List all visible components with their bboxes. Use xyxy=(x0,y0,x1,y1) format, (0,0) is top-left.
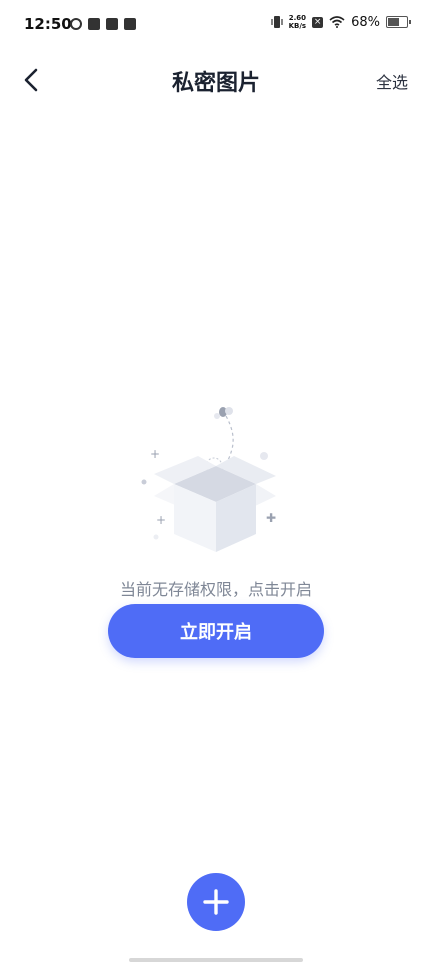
network-speed-value: 2.60 xyxy=(288,14,306,22)
wifi-icon xyxy=(329,16,345,28)
network-speed: 2.60 KB/s xyxy=(289,14,306,30)
add-button[interactable] xyxy=(187,873,245,931)
top-bar: 私密图片 全选 xyxy=(0,52,432,108)
plus-icon xyxy=(203,889,229,915)
svg-text:✚: ✚ xyxy=(266,511,276,525)
svg-text:+: + xyxy=(156,513,166,527)
battery-icon xyxy=(386,16,411,28)
battery-percent: 68% xyxy=(351,14,380,30)
select-all-button[interactable]: 全选 xyxy=(376,69,408,93)
vibrate-icon xyxy=(271,16,283,28)
enable-permission-button[interactable]: 立即开启 xyxy=(108,604,324,658)
play-store-icon xyxy=(106,18,118,30)
status-right: 2.60 KB/s × 68% xyxy=(271,14,411,30)
network-speed-unit: KB/s xyxy=(288,22,307,30)
empty-state-message: 当前无存储权限，点击开启 xyxy=(119,580,312,599)
open-box-icon: + + ✚ xyxy=(141,407,276,552)
app-notification-icon xyxy=(88,18,100,30)
status-bar: 12:50 2.60 KB/s × 68% xyxy=(0,0,432,52)
notification-icons xyxy=(70,18,136,30)
page-title: 私密图片 xyxy=(171,71,260,96)
home-indicator[interactable] xyxy=(129,958,303,962)
no-sim-icon: × xyxy=(312,16,324,28)
mail-icon xyxy=(124,18,136,30)
status-time: 12:50 xyxy=(24,15,72,33)
app-notification-icon xyxy=(70,18,82,30)
svg-text:+: + xyxy=(150,447,160,461)
